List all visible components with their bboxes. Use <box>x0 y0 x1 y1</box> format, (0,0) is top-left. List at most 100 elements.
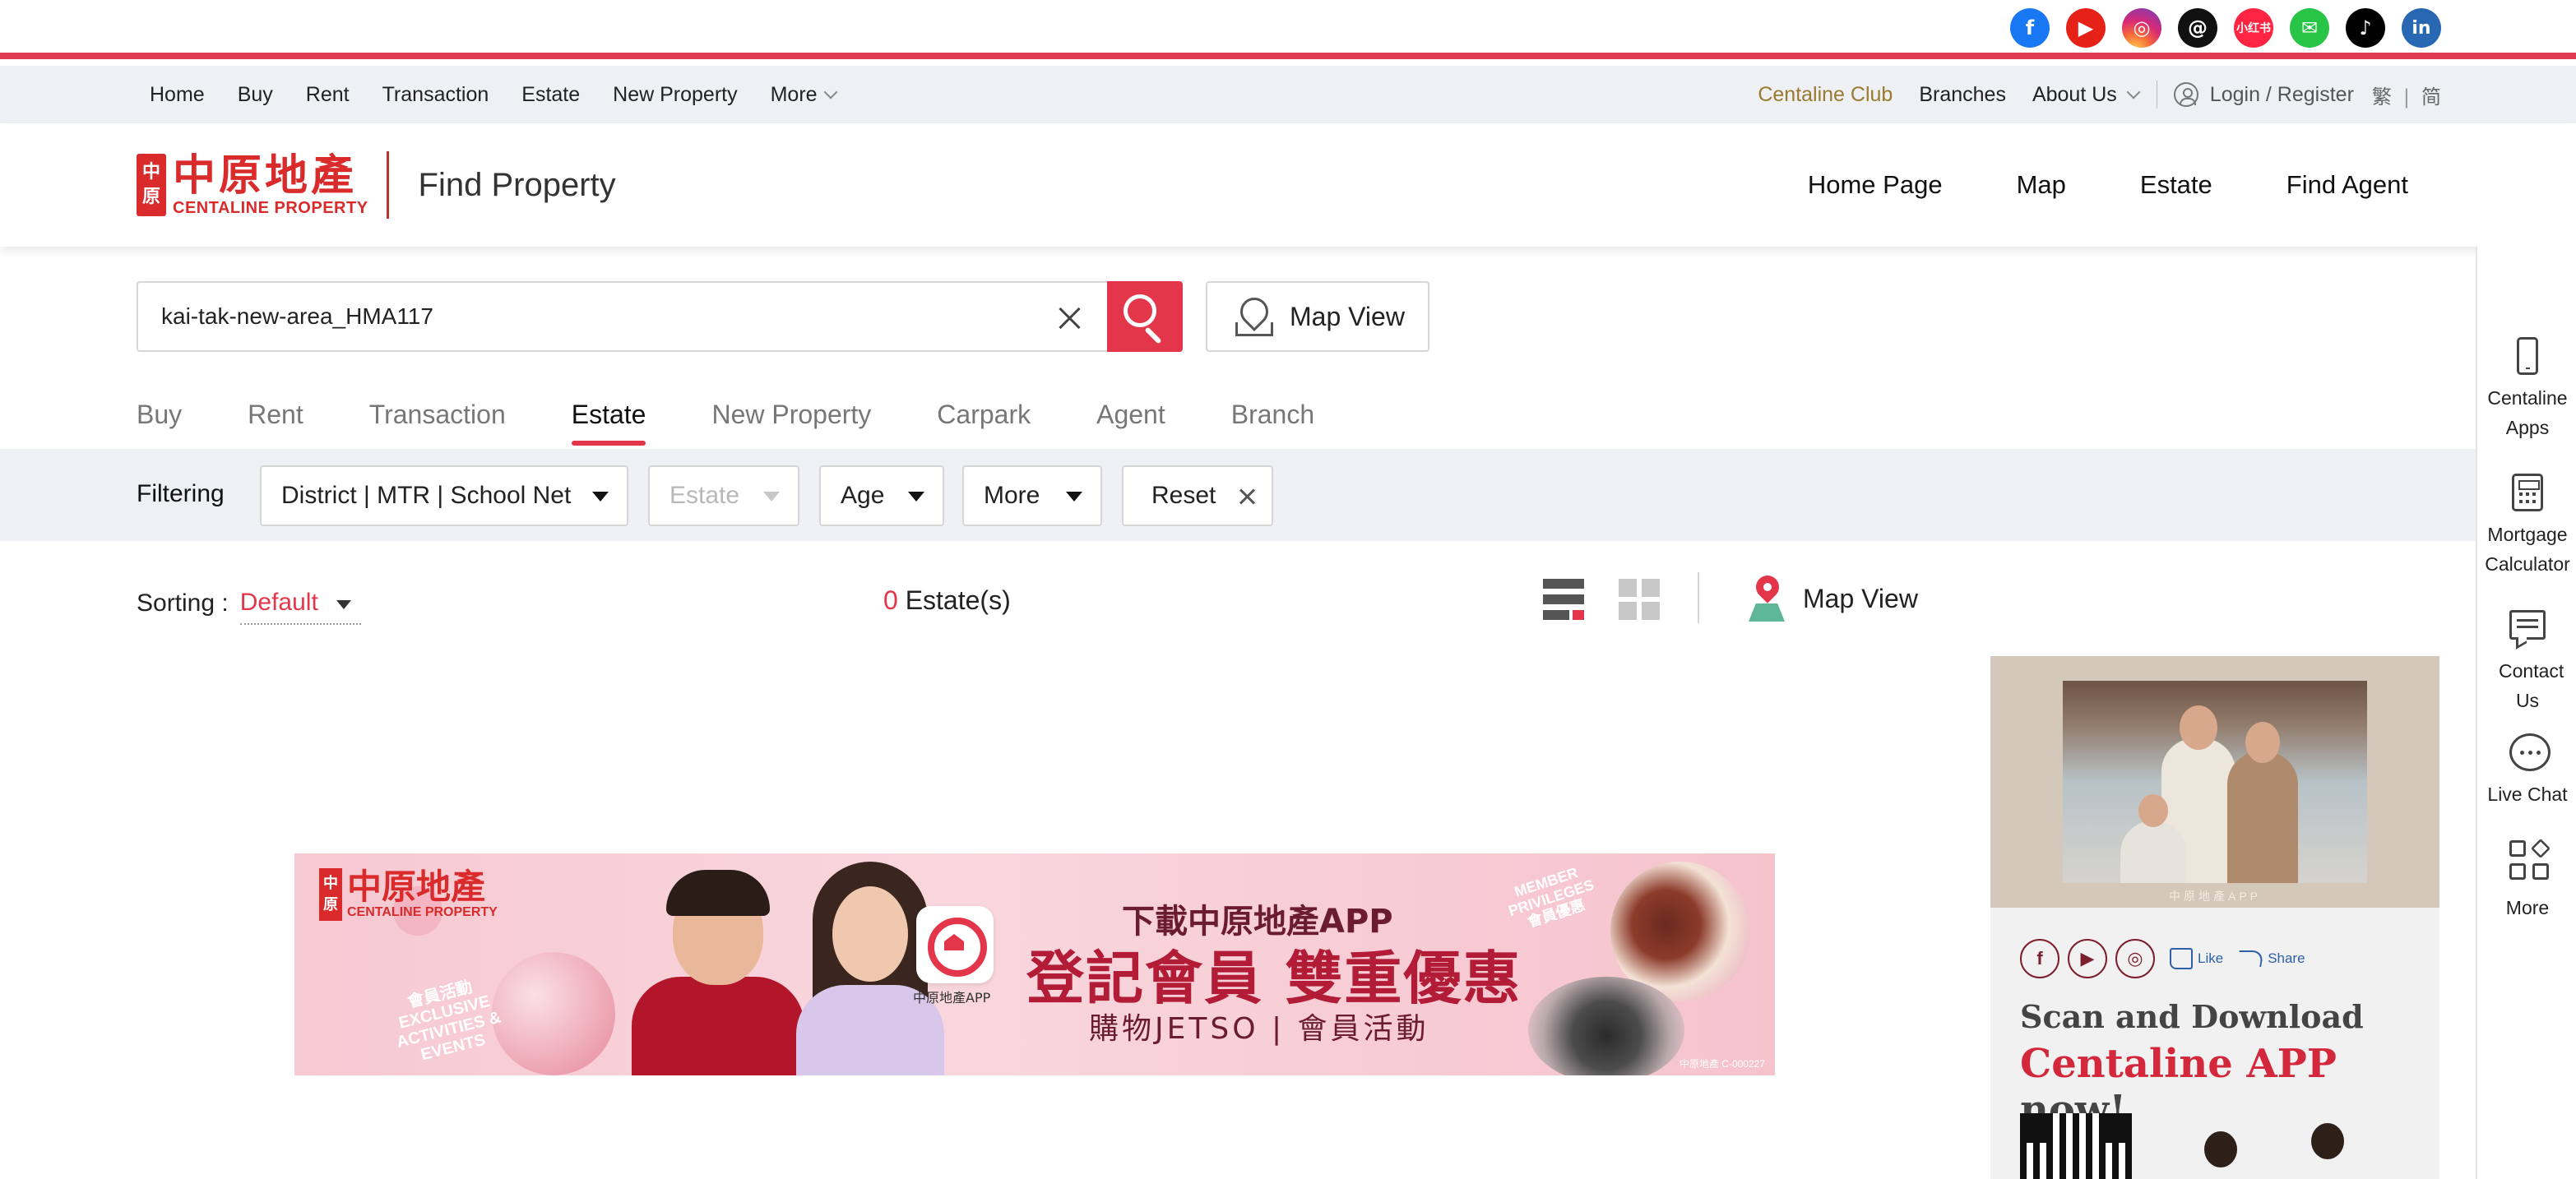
branches-link[interactable]: Branches <box>1919 83 2006 107</box>
social-bar: f ▶ ◎ @ 小红书 ✉ ♪ in <box>0 0 2576 59</box>
logo-text: 中原地產 CENTALINE PROPERTY <box>173 153 368 218</box>
xiaohongshu-icon[interactable]: 小红书 <box>2234 8 2273 48</box>
rail-mortgage-calculator[interactable]: Mortgage Calculator <box>2477 474 2576 579</box>
main-nav-estate[interactable]: Estate <box>2140 170 2212 200</box>
map-view-link[interactable]: Map View <box>1749 571 1918 622</box>
logo-mark: 中 原 <box>137 154 166 216</box>
social-icons: f ▶ ◎ @ 小红书 ✉ ♪ in <box>2010 8 2441 48</box>
tab-branch[interactable]: Branch <box>1231 400 1314 447</box>
grid-view-icon[interactable] <box>1619 579 1660 620</box>
age-filter-select[interactable]: Age <box>819 465 944 526</box>
rail-more[interactable]: More <box>2477 838 2576 922</box>
divider <box>1698 572 1699 623</box>
side-ad-agents-photo <box>2155 1123 2418 1179</box>
logo-mark-top: 中 <box>141 162 160 183</box>
tab-carpark[interactable]: Carpark <box>937 400 1031 447</box>
promo-banner[interactable]: 中 原 中原地產 CENTALINE PROPERTY 會員活動 EXCLUSI… <box>294 853 1775 1075</box>
logo-divider <box>386 151 389 219</box>
main-header: 中 原 中原地產 CENTALINE PROPERTY Find Propert… <box>0 123 2576 247</box>
banner-logo-mark-bottom: 原 <box>323 896 338 913</box>
reset-filter-button[interactable]: Reset <box>1122 465 1273 526</box>
main-nav-home-page[interactable]: Home Page <box>1808 170 1943 200</box>
result-count: 0 Estate(s) <box>883 585 1011 616</box>
message-icon <box>2509 610 2546 650</box>
lang-simplified[interactable]: 简 <box>2421 86 2441 109</box>
close-icon <box>1239 488 1255 505</box>
subnav-item-estate[interactable]: Estate <box>521 83 580 107</box>
subnav-more-dropdown[interactable]: More <box>771 83 838 107</box>
category-tabs: Buy Rent Transaction Estate New Property… <box>137 400 1380 449</box>
tiktok-icon[interactable]: ♪ <box>2346 8 2385 48</box>
subnav-item-home[interactable]: Home <box>150 83 205 107</box>
sorting-control: Sorting : Default <box>137 582 361 625</box>
instagram-icon[interactable]: ◎ <box>2122 8 2161 48</box>
more-filter-value: More <box>984 482 1040 509</box>
clear-icon[interactable] <box>1058 306 1081 329</box>
district-filter-select[interactable]: District | MTR | School Net <box>260 465 628 526</box>
rail-mortgage-calculator-label: Mortgage Calculator <box>2485 524 2570 575</box>
instagram-icon: ◎ <box>2115 939 2155 978</box>
grid-icon <box>2509 838 2551 886</box>
banner-logo-mark-top: 中 <box>323 875 338 892</box>
centaline-club-link[interactable]: Centaline Club <box>1758 83 1893 107</box>
search-input[interactable] <box>161 283 1025 350</box>
right-side-rail: Centaline Apps Mortgage Calculator Conta… <box>2476 247 2576 1179</box>
centaline-logo[interactable]: 中 原 中原地產 CENTALINE PROPERTY Find Propert… <box>137 151 616 219</box>
logo-mark-bottom: 原 <box>141 187 160 207</box>
main-nav-map[interactable]: Map <box>2017 170 2066 200</box>
more-filter-select[interactable]: More <box>962 465 1102 526</box>
sorting-dropdown[interactable]: Default <box>239 589 361 625</box>
lang-separator: | <box>2402 85 2410 109</box>
map-view-button[interactable]: Map View <box>1206 281 1429 352</box>
filter-bar: Filtering District | MTR | School Net Es… <box>0 449 2476 541</box>
map-view-button-label: Map View <box>1290 301 1405 331</box>
sorting-label: Sorting : <box>137 590 229 617</box>
rail-contact-us[interactable]: Contact Us <box>2477 605 2576 715</box>
banner-member-text: MEMBER PRIVILEGES 會員優惠 <box>1506 864 1596 931</box>
qr-code <box>2020 1113 2132 1179</box>
search-button[interactable] <box>1107 281 1183 352</box>
estate-filter-select[interactable]: Estate <box>648 465 799 526</box>
result-count-number: 0 <box>883 585 898 615</box>
tab-rent[interactable]: Rent <box>248 400 303 447</box>
map-pin-icon <box>1749 571 1785 622</box>
tab-transaction[interactable]: Transaction <box>369 400 506 447</box>
user-icon <box>2173 82 2198 107</box>
result-count-suffix: Estate(s) <box>905 585 1011 615</box>
wechat-icon[interactable]: ✉ <box>2290 8 2329 48</box>
threads-icon[interactable]: @ <box>2178 8 2217 48</box>
tab-new-property[interactable]: New Property <box>711 400 871 447</box>
app-logo-icon <box>916 906 994 983</box>
tab-buy[interactable]: Buy <box>137 400 182 447</box>
subnav-item-rent[interactable]: Rent <box>306 83 350 107</box>
banner-car-image <box>1528 977 1684 1075</box>
list-view-icon[interactable] <box>1543 579 1584 620</box>
calculator-icon <box>2509 474 2546 513</box>
rail-live-chat[interactable]: Live Chat <box>2477 733 2576 809</box>
tab-agent[interactable]: Agent <box>1096 400 1165 447</box>
facebook-icon[interactable]: f <box>2010 8 2050 48</box>
subnav-item-new-property[interactable]: New Property <box>613 83 737 107</box>
secondary-nav-left: Home Buy Rent Transaction Estate New Pro… <box>150 66 869 123</box>
tab-estate[interactable]: Estate <box>571 400 646 447</box>
youtube-icon[interactable]: ▶ <box>2066 8 2106 48</box>
banner-logo-mark: 中 原 <box>319 868 342 921</box>
banner-model-man <box>623 870 804 1075</box>
subnav-item-buy[interactable]: Buy <box>238 83 273 107</box>
map-pin-icon <box>1235 298 1273 336</box>
side-ad-tagline: 中原地產APP <box>2168 890 2261 903</box>
linkedin-icon[interactable]: in <box>2402 8 2441 48</box>
lang-traditional[interactable]: 繁 <box>2372 86 2392 109</box>
side-advertisement[interactable]: 中原地產APP f ▶ ◎ Like Share Scan and Downlo… <box>1990 656 2439 1179</box>
about-us-dropdown[interactable]: About Us <box>2032 83 2141 107</box>
banner-logo: 中 原 中原地產 CENTALINE PROPERTY <box>319 868 498 921</box>
rail-centaline-apps[interactable]: Centaline Apps <box>2477 337 2576 442</box>
share-icon: Share <box>2236 950 2305 967</box>
banner-app-caption: 中原地產APP <box>913 990 991 1006</box>
secondary-nav: Home Buy Rent Transaction Estate New Pro… <box>0 66 2576 123</box>
subnav-item-transaction[interactable]: Transaction <box>382 83 489 107</box>
reset-filter-label: Reset <box>1151 482 1216 509</box>
main-nav-find-agent[interactable]: Find Agent <box>2286 170 2408 200</box>
phone-icon <box>2509 337 2546 377</box>
login-register-link[interactable]: Login / Register <box>2173 82 2354 107</box>
